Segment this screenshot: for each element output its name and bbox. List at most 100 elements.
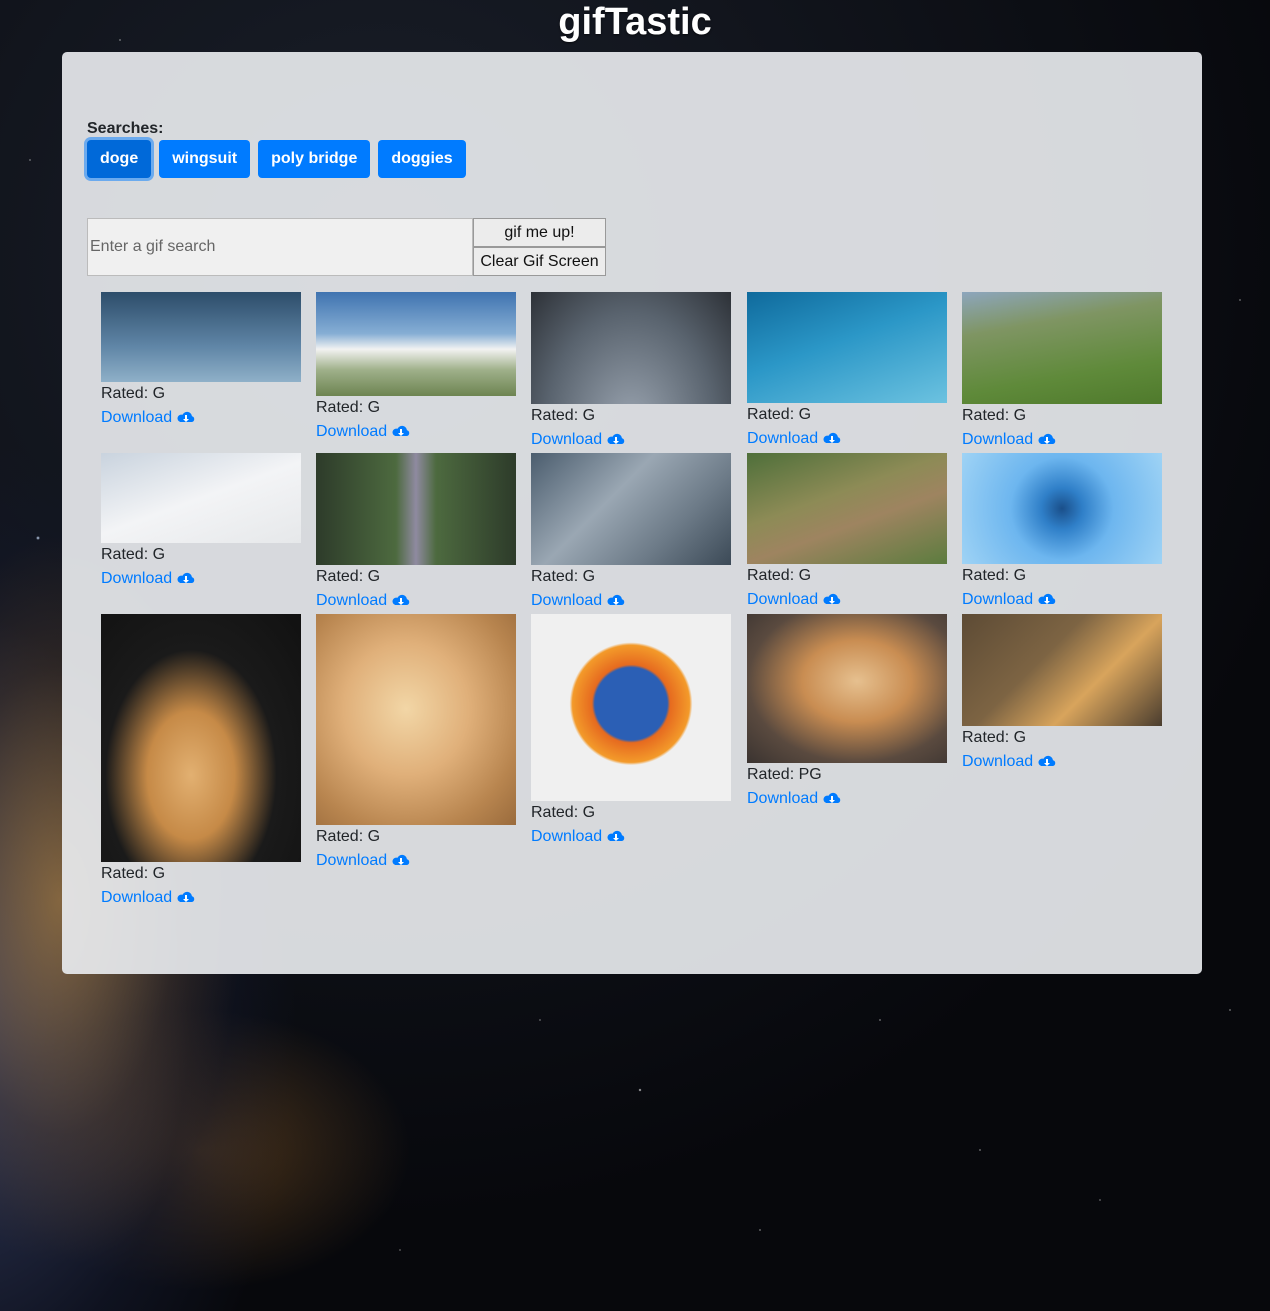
gif-rating: Rated: G: [101, 385, 166, 402]
gif-card: Rated: G Download: [316, 614, 516, 873]
gif-card: Rated: G Download: [962, 614, 1162, 774]
gif-rating: Rated: G: [531, 407, 596, 424]
download-link[interactable]: Download: [101, 406, 196, 430]
gif-card: Rated: G Download: [747, 292, 947, 451]
download-label: Download: [316, 592, 388, 609]
gif-image[interactable]: [747, 614, 947, 763]
main-panel: Searches: doge wingsuit poly bridge dogg…: [62, 52, 1202, 974]
gif-rating: Rated: G: [531, 804, 596, 821]
gif-image[interactable]: [316, 614, 516, 825]
gif-image[interactable]: [747, 453, 947, 564]
download-label: Download: [531, 431, 603, 448]
gif-rating: Rated: G: [101, 546, 166, 563]
download-link[interactable]: Download: [316, 849, 411, 873]
cloud-download-icon: [823, 792, 841, 803]
download-link[interactable]: Download: [531, 589, 626, 613]
gif-image[interactable]: [101, 453, 301, 543]
gif-image[interactable]: [962, 614, 1162, 726]
download-link[interactable]: Download: [101, 567, 196, 591]
gif-rating: Rated: G: [962, 729, 1027, 746]
gif-image[interactable]: [101, 292, 301, 382]
cloud-download-icon: [177, 411, 195, 422]
download-link[interactable]: Download: [747, 787, 842, 811]
gif-image[interactable]: [316, 292, 516, 396]
download-label: Download: [747, 430, 819, 447]
page-title: gifTastic: [558, 1, 712, 43]
gif-rating: Rated: G: [316, 828, 381, 845]
search-button-wingsuit[interactable]: wingsuit: [159, 140, 251, 178]
gif-card: Rated: G Download: [316, 453, 516, 613]
download-label: Download: [962, 753, 1034, 770]
searches-label: Searches:: [87, 120, 164, 137]
gif-card: Rated: G Download: [101, 453, 301, 591]
gif-rating: Rated: G: [747, 406, 812, 423]
gif-rating: Rated: G: [101, 865, 166, 882]
download-label: Download: [531, 592, 603, 609]
download-label: Download: [531, 828, 603, 845]
download-label: Download: [747, 790, 819, 807]
cloud-download-icon: [1038, 593, 1056, 604]
gif-rating: Rated: G: [962, 407, 1027, 424]
cloud-download-icon: [823, 593, 841, 604]
cloud-download-icon: [392, 594, 410, 605]
cloud-download-icon: [392, 854, 410, 865]
cloud-download-icon: [177, 891, 195, 902]
gif-card: Rated: G Download: [962, 453, 1162, 612]
download-link[interactable]: Download: [962, 428, 1057, 452]
download-link[interactable]: Download: [101, 886, 196, 910]
gif-search-form: gif me up! Clear Gif Screen: [87, 218, 606, 276]
gif-card: Rated: G Download: [747, 453, 947, 612]
gif-image[interactable]: [747, 292, 947, 403]
search-button-poly-bridge[interactable]: poly bridge: [258, 140, 371, 178]
gif-image[interactable]: [962, 453, 1162, 564]
gif-card: Rated: G Download: [101, 292, 301, 430]
clear-gif-screen-button[interactable]: Clear Gif Screen: [473, 247, 606, 276]
cloud-download-icon: [607, 830, 625, 841]
cloud-download-icon: [607, 594, 625, 605]
gif-card: Rated: G Download: [962, 292, 1162, 452]
gif-rating: Rated: G: [747, 567, 812, 584]
download-link[interactable]: Download: [531, 428, 626, 452]
gif-card: Rated: G Download: [531, 292, 731, 452]
download-label: Download: [101, 409, 173, 426]
gif-image[interactable]: [531, 292, 731, 404]
form-buttons: gif me up! Clear Gif Screen: [473, 218, 606, 276]
download-label: Download: [747, 591, 819, 608]
search-button-doge[interactable]: doge: [87, 140, 152, 178]
gif-search-input[interactable]: [87, 218, 473, 276]
gif-card: Rated: G Download: [316, 292, 516, 444]
download-link[interactable]: Download: [962, 588, 1057, 612]
download-label: Download: [316, 852, 388, 869]
gif-rating: Rated: G: [531, 568, 596, 585]
gif-card: Rated: G Download: [531, 453, 731, 613]
gif-rating: Rated: G: [316, 568, 381, 585]
gif-image[interactable]: [962, 292, 1162, 404]
gif-me-up-button[interactable]: gif me up!: [473, 218, 606, 247]
search-buttons: doge wingsuit poly bridge doggies: [87, 140, 466, 178]
gif-image[interactable]: [531, 453, 731, 565]
cloud-download-icon: [607, 433, 625, 444]
gif-card: Rated: G Download: [101, 614, 301, 910]
download-link[interactable]: Download: [747, 427, 842, 451]
search-button-doggies[interactable]: doggies: [378, 140, 466, 178]
gif-image[interactable]: [531, 614, 731, 801]
download-link[interactable]: Download: [316, 420, 411, 444]
download-link[interactable]: Download: [316, 589, 411, 613]
cloud-download-icon: [1038, 755, 1056, 766]
cloud-download-icon: [177, 572, 195, 583]
download-link[interactable]: Download: [531, 825, 626, 849]
download-label: Download: [962, 431, 1034, 448]
cloud-download-icon: [823, 432, 841, 443]
gif-card: Rated: G Download: [531, 614, 731, 849]
download-label: Download: [101, 570, 173, 587]
download-link[interactable]: Download: [962, 750, 1057, 774]
download-label: Download: [316, 423, 388, 440]
gif-image[interactable]: [101, 614, 301, 862]
cloud-download-icon: [1038, 433, 1056, 444]
download-link[interactable]: Download: [747, 588, 842, 612]
gif-image[interactable]: [316, 453, 516, 565]
gif-card: Rated: PG Download: [747, 614, 947, 811]
cloud-download-icon: [392, 425, 410, 436]
download-label: Download: [101, 889, 173, 906]
gif-rating: Rated: G: [962, 567, 1027, 584]
